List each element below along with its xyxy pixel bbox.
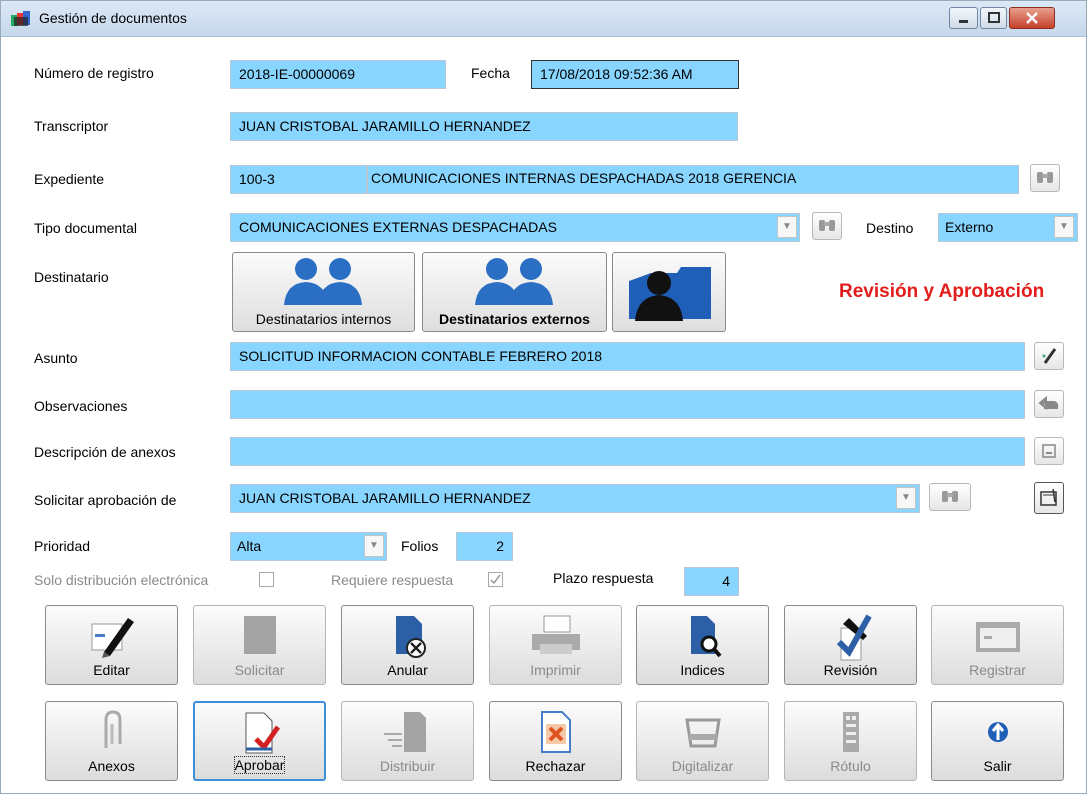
paperclip-icon <box>104 710 121 748</box>
distribute-icon <box>383 712 426 752</box>
tipo-select[interactable]: COMUNICACIONES EXTERNAS DESPACHADAS <box>230 213 800 242</box>
printer-icon <box>531 615 580 654</box>
registrar-button[interactable]: Registrar <box>931 605 1064 685</box>
tipo-search-icon[interactable] <box>812 212 842 240</box>
minimize-button[interactable] <box>949 7 978 29</box>
anexos-button[interactable]: Anexos <box>45 701 178 781</box>
distribuir-button[interactable]: Distribuir <box>341 701 474 781</box>
destinatarios-externos-label: Destinatarios externos <box>439 311 590 327</box>
exit-icon <box>987 722 1008 742</box>
aprobacion-label: Solicitar aprobación de <box>34 492 177 508</box>
editar-label: Editar <box>93 662 130 678</box>
solicitar-icon <box>243 616 276 654</box>
window-title: Gestión de documentos <box>39 10 187 26</box>
reject-document-icon <box>540 711 571 753</box>
search-document-icon <box>690 616 722 658</box>
scanner-icon <box>684 718 721 748</box>
registrar-label: Registrar <box>969 662 1026 678</box>
tipo-label: Tipo documental <box>34 220 137 236</box>
registro-field[interactable]: 2018-IE-00000069 <box>230 60 446 89</box>
label-icon <box>842 712 859 752</box>
expediente-name-field[interactable]: COMUNICACIONES INTERNAS DESPACHADAS 2018… <box>367 165 1019 194</box>
solicitar-label: Solicitar <box>234 662 285 678</box>
salir-label: Salir <box>983 758 1012 774</box>
register-icon <box>975 622 1020 652</box>
destinatario-label: Destinatario <box>34 269 109 285</box>
undo-icon[interactable] <box>1034 390 1064 418</box>
observaciones-label: Observaciones <box>34 398 128 414</box>
prioridad-label: Prioridad <box>34 538 91 554</box>
destinatarios-externos-button[interactable]: Destinatarios externos <box>422 252 607 332</box>
destinatarios-internos-label: Destinatarios internos <box>255 311 392 327</box>
user-folder-button[interactable] <box>612 252 726 332</box>
destino-label: Destino <box>866 220 914 236</box>
status-banner: Revisión y Aprobación <box>839 281 1045 302</box>
users-icon <box>474 258 553 305</box>
rotulo-button[interactable]: Rótulo <box>784 701 917 781</box>
anular-label: Anular <box>387 662 428 678</box>
imprimir-button[interactable]: Imprimir <box>489 605 622 685</box>
solicitar-button[interactable]: Solicitar <box>193 605 326 685</box>
cancel-document-icon <box>395 616 426 658</box>
edit-asunto-icon[interactable] <box>1034 342 1064 370</box>
indices-label: Indices <box>680 662 725 678</box>
title-bar: Gestión de documentos <box>1 1 1086 37</box>
digitalizar-label: Digitalizar <box>671 758 734 774</box>
maximize-button[interactable] <box>980 7 1007 29</box>
transcriptor-field[interactable]: JUAN CRISTOBAL JARAMILLO HERNANDEZ <box>230 112 738 141</box>
editar-button[interactable]: Editar <box>45 605 178 685</box>
note-icon[interactable] <box>1034 437 1064 465</box>
app-icon <box>11 11 30 26</box>
calendar-icon[interactable] <box>1034 482 1064 514</box>
solo-distribucion-label: Solo distribución electrónica <box>34 572 209 588</box>
expediente-label: Expediente <box>34 171 105 187</box>
fecha-field[interactable]: 17/08/2018 09:52:36 AM <box>531 60 739 89</box>
asunto-field[interactable]: SOLICITUD INFORMACION CONTABLE FEBRERO 2… <box>230 342 1025 371</box>
rotulo-label: Rótulo <box>830 758 871 774</box>
fecha-label: Fecha <box>471 65 510 81</box>
indices-button[interactable]: Indices <box>636 605 769 685</box>
edit-pencil-icon <box>91 618 134 658</box>
user-folder-icon <box>629 267 711 321</box>
users-icon <box>283 258 362 305</box>
distribuir-label: Distribuir <box>379 758 436 774</box>
anexos-label: Anexos <box>88 758 135 774</box>
plazo-field[interactable]: 4 <box>684 567 739 596</box>
aprobar-button[interactable]: Aprobar <box>193 701 326 781</box>
folios-field[interactable]: 2 <box>456 532 513 561</box>
imprimir-label: Imprimir <box>530 662 581 678</box>
anexos-desc-field[interactable] <box>230 437 1025 466</box>
observaciones-field[interactable] <box>230 390 1025 419</box>
revision-label: Revisión <box>823 662 878 678</box>
anexos-desc-label: Descripción de anexos <box>34 444 176 460</box>
registro-label: Número de registro <box>34 65 154 81</box>
prioridad-dropdown-icon[interactable]: ▼ <box>364 535 384 557</box>
rechazar-button[interactable]: Rechazar <box>489 701 622 781</box>
plazo-label: Plazo respuesta <box>553 570 654 586</box>
rechazar-label: Rechazar <box>525 758 586 774</box>
destinatarios-internos-button[interactable]: Destinatarios internos <box>232 252 415 332</box>
salir-button[interactable]: Salir <box>931 701 1064 781</box>
close-button[interactable] <box>1009 7 1055 29</box>
revision-button[interactable]: Revisión <box>784 605 917 685</box>
expediente-code-field[interactable]: 100-3 <box>230 165 367 194</box>
aprobacion-search-icon[interactable] <box>929 483 971 511</box>
requiere-respuesta-checkbox[interactable] <box>488 572 503 587</box>
aprobar-label: Aprobar <box>233 756 286 774</box>
aprobacion-dropdown-icon[interactable]: ▼ <box>896 487 916 509</box>
review-icon <box>836 614 872 661</box>
destino-dropdown-icon[interactable]: ▼ <box>1054 216 1074 238</box>
requiere-respuesta-label: Requiere respuesta <box>331 572 454 588</box>
solo-distribucion-checkbox[interactable] <box>259 572 274 587</box>
tipo-dropdown-icon[interactable]: ▼ <box>777 216 797 238</box>
aprobacion-select[interactable]: JUAN CRISTOBAL JARAMILLO HERNANDEZ <box>230 484 920 513</box>
expediente-search-icon[interactable] <box>1030 164 1060 192</box>
folios-label: Folios <box>401 538 439 554</box>
anular-button[interactable]: Anular <box>341 605 474 685</box>
asunto-label: Asunto <box>34 350 78 366</box>
digitalizar-button[interactable]: Digitalizar <box>636 701 769 781</box>
approve-document-icon <box>245 712 280 754</box>
transcriptor-label: Transcriptor <box>34 118 109 134</box>
window: Gestión de documentos Número de registro… <box>0 0 1087 794</box>
